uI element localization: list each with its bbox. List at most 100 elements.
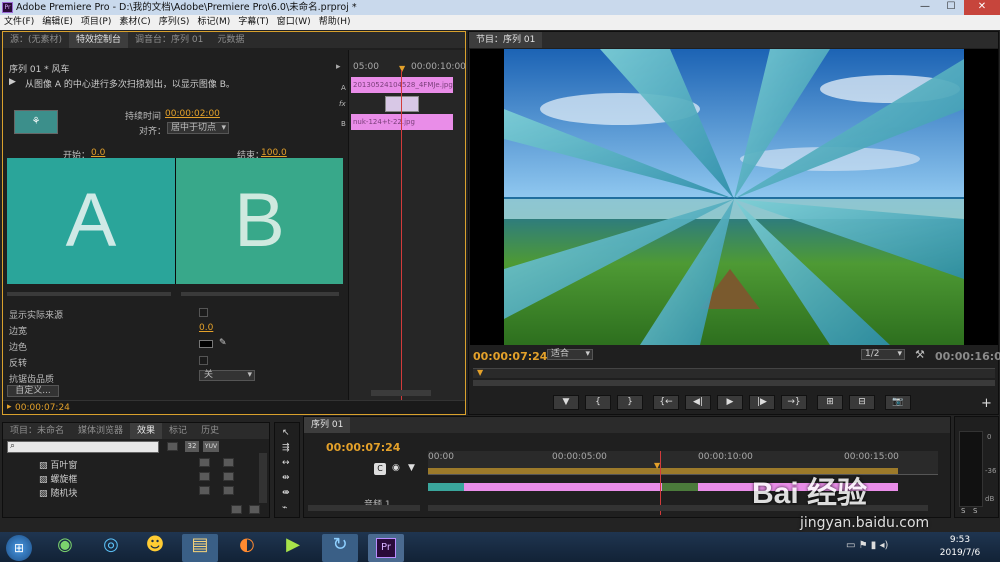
tab-media-browser[interactable]: 媒体浏览器 bbox=[71, 423, 130, 439]
reverse-checkbox[interactable] bbox=[199, 356, 208, 365]
add-marker-button[interactable]: ▼ bbox=[553, 395, 579, 410]
menu-project[interactable]: 项目(P) bbox=[77, 15, 115, 30]
effect-item[interactable]: ▧ 随机块 bbox=[39, 486, 77, 499]
yuv-icon[interactable]: YUV bbox=[203, 441, 219, 452]
program-current-timecode[interactable]: 00:00:07:24 bbox=[473, 350, 547, 363]
export-frame-button[interactable]: 📷 bbox=[885, 395, 911, 410]
step-forward-button[interactable]: |▶ bbox=[749, 395, 775, 410]
fit-dropdown[interactable]: 适合 ▾ bbox=[547, 349, 593, 360]
program-time-ruler[interactable]: ▼ bbox=[473, 368, 995, 378]
qq-icon[interactable]: ☻ bbox=[140, 534, 170, 560]
solo-button[interactable]: S bbox=[973, 507, 977, 515]
show-actual-source-checkbox[interactable] bbox=[199, 308, 208, 317]
app-blue-icon[interactable]: ↻ bbox=[322, 534, 358, 562]
clock-time[interactable]: 9:53 bbox=[940, 535, 980, 545]
tray-icons[interactable]: ▭ ⚑ ▮ ◂) bbox=[846, 540, 888, 551]
extract-button[interactable]: ⊟ bbox=[849, 395, 875, 410]
media-app-icon[interactable]: ▶ bbox=[278, 534, 308, 560]
mini-clip-a[interactable]: 20130524104528_4FMJe.jpg bbox=[351, 77, 453, 93]
align-dropdown[interactable]: 居中于切点 ▾ bbox=[167, 122, 229, 134]
menu-sequence[interactable]: 序列(S) bbox=[155, 15, 194, 30]
anti-alias-dropdown[interactable]: 关 ▾ bbox=[199, 370, 255, 381]
clock-date[interactable]: 2019/7/6 bbox=[934, 548, 986, 558]
delete-icon[interactable] bbox=[249, 505, 260, 514]
custom-button[interactable]: 自定义... bbox=[7, 385, 59, 397]
solo-button[interactable]: S bbox=[961, 507, 965, 515]
tab-audio-mixer[interactable]: 调音台：序列 01 bbox=[128, 32, 210, 48]
menu-clip[interactable]: 素材(C) bbox=[115, 15, 154, 30]
go-to-in-button[interactable]: {← bbox=[653, 395, 679, 410]
app-360-icon[interactable]: ◉ bbox=[50, 534, 80, 560]
tab-effect-controls[interactable]: 特效控制台 bbox=[69, 32, 129, 48]
close-button[interactable]: ✕ bbox=[964, 0, 1000, 15]
menu-window[interactable]: 窗口(W) bbox=[273, 15, 315, 30]
tab-effects[interactable]: 效果 bbox=[130, 423, 163, 439]
mark-in-button[interactable]: { bbox=[585, 395, 611, 410]
ripple-edit-tool-icon[interactable]: ↔ bbox=[282, 458, 290, 468]
tab-metadata[interactable]: 元数据 bbox=[210, 32, 251, 48]
premiere-taskbar-button[interactable]: Pr bbox=[368, 534, 404, 562]
step-back-button[interactable]: ◀| bbox=[685, 395, 711, 410]
tab-sequence[interactable]: 序列 01 bbox=[304, 417, 351, 433]
accelerated-effects-icon[interactable] bbox=[167, 442, 178, 451]
tab-history[interactable]: 历史 bbox=[194, 423, 226, 439]
effects-scrollbar[interactable] bbox=[259, 453, 267, 503]
panel-menu-icon[interactable]: ▸ bbox=[336, 62, 341, 72]
mini-clip-b[interactable]: nuk-124+t-22.jpg bbox=[351, 114, 453, 130]
eyedropper-icon[interactable]: ✎ bbox=[219, 338, 227, 348]
rolling-edit-tool-icon[interactable]: ⇹ bbox=[282, 473, 290, 483]
minimize-button[interactable]: — bbox=[912, 0, 938, 15]
lift-button[interactable]: ⊞ bbox=[817, 395, 843, 410]
tab-project[interactable]: 项目：未命名 bbox=[3, 423, 71, 439]
32bit-icon[interactable]: 32 bbox=[185, 441, 199, 452]
end-slider[interactable] bbox=[181, 292, 339, 296]
border-color-swatch[interactable] bbox=[199, 340, 213, 348]
rate-stretch-tool-icon[interactable]: ⇼ bbox=[282, 488, 290, 498]
snap-icon[interactable]: C bbox=[374, 463, 386, 475]
add-button-icon[interactable]: + bbox=[981, 396, 992, 411]
menu-file[interactable]: 文件(F) bbox=[0, 15, 38, 30]
menu-edit[interactable]: 编辑(E) bbox=[38, 15, 77, 30]
accelerated-icon bbox=[199, 486, 210, 495]
tab-markers[interactable]: 标记 bbox=[162, 423, 194, 439]
effects-search-input[interactable]: ⌕ bbox=[7, 441, 159, 453]
razor-tool-icon[interactable]: ⌁ bbox=[282, 503, 287, 513]
mini-playhead-marker[interactable]: ▼ bbox=[399, 64, 405, 73]
transition-clip[interactable] bbox=[662, 483, 698, 491]
start-slider[interactable] bbox=[7, 292, 171, 296]
maximize-button[interactable]: ☐ bbox=[938, 0, 964, 15]
mark-out-button[interactable]: } bbox=[617, 395, 643, 410]
menu-marker[interactable]: 标记(M) bbox=[193, 15, 234, 30]
marker-icon[interactable]: ▼ bbox=[408, 463, 415, 473]
tab-source[interactable]: 源：(无素材) bbox=[3, 32, 69, 48]
new-bin-icon[interactable] bbox=[231, 505, 242, 514]
selection-tool-icon[interactable]: ↖ bbox=[282, 428, 290, 438]
start-button[interactable]: ⊞ bbox=[6, 535, 32, 561]
mini-transition-block[interactable] bbox=[385, 96, 419, 112]
end-value[interactable]: 100.0 bbox=[261, 148, 287, 158]
play-button[interactable]: ▶ bbox=[717, 395, 743, 410]
explorer-icon[interactable]: ▤ bbox=[182, 534, 218, 562]
transition-thumbnail: ⚘ bbox=[14, 110, 58, 134]
firefox-icon[interactable]: ◐ bbox=[232, 534, 262, 560]
wrench-icon[interactable]: ⚒ bbox=[915, 348, 925, 361]
start-value[interactable]: 0.0 bbox=[91, 148, 105, 158]
tab-program[interactable]: 节目：序列 01 bbox=[469, 32, 543, 48]
resolution-dropdown[interactable]: 1/2 ▾ bbox=[861, 349, 905, 360]
duration-value[interactable]: 00:00:02:00 bbox=[165, 109, 220, 119]
add-marker-icon[interactable]: ◉ bbox=[392, 463, 400, 473]
program-zoom-bar[interactable] bbox=[473, 380, 995, 386]
effect-item[interactable]: ▧ 百叶窗 bbox=[39, 458, 77, 471]
track-header-scrollbar[interactable] bbox=[308, 505, 420, 511]
menu-title[interactable]: 字幕(T) bbox=[234, 15, 273, 30]
timeline-timecode[interactable]: 00:00:07:24 bbox=[326, 441, 400, 454]
menu-help[interactable]: 帮助(H) bbox=[315, 15, 355, 30]
play-transition-icon[interactable]: ▶ bbox=[9, 77, 16, 87]
ie-icon[interactable]: ◎ bbox=[96, 534, 126, 560]
effect-item[interactable]: ▧ 螺旋框 bbox=[39, 472, 77, 485]
border-width-value[interactable]: 0.0 bbox=[199, 323, 213, 333]
mini-timeline-scrollbar[interactable] bbox=[371, 390, 431, 396]
program-playhead-marker[interactable]: ▼ bbox=[477, 368, 483, 377]
go-to-out-button[interactable]: →} bbox=[781, 395, 807, 410]
track-select-tool-icon[interactable]: ⇶ bbox=[282, 443, 290, 453]
